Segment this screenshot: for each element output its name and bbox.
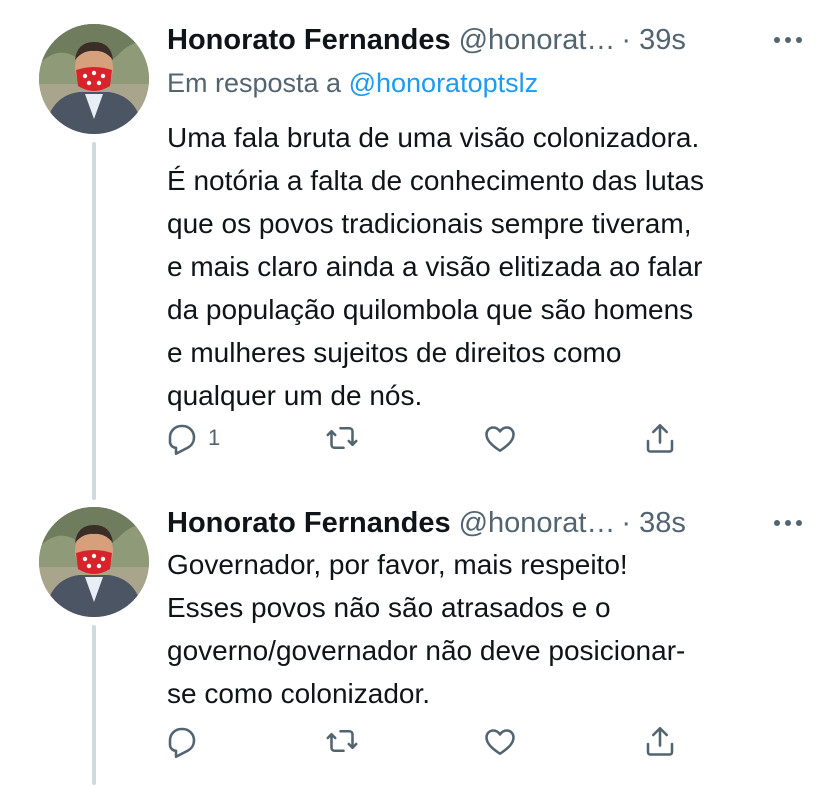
timestamp[interactable]: · 38s (621, 507, 685, 540)
tweet-text-line: Governador, por favor, mais respeito! (167, 549, 628, 580)
reply-button[interactable] (164, 721, 208, 761)
tweet-text-line: e mais claro ainda a visão elitizada ao … (167, 251, 703, 282)
tweet-text-line: qualquer um de nós. (167, 380, 423, 411)
replying-to-label: Em resposta a (167, 68, 342, 98)
share-icon (646, 423, 674, 453)
replying-to: Em resposta a @honoratoptslz (167, 68, 538, 99)
tweet-actions (160, 721, 720, 761)
reply-icon (168, 424, 196, 456)
tweet-text-line: se como colonizador. (167, 678, 431, 709)
tweet-text-line: É notória a falta de conhecimento das lu… (167, 165, 705, 196)
like-button[interactable] (482, 418, 518, 458)
tweet-text-line: Esses povos não são atrasados e o (167, 592, 611, 623)
tweet-text: Governador, por favor, mais respeito! Es… (167, 543, 798, 715)
share-icon (646, 726, 674, 756)
reply-button[interactable]: 1 (164, 418, 220, 458)
tweet-1[interactable]: Honorato Fernandes @honorat… · 39s Em re… (0, 0, 828, 500)
like-button[interactable] (482, 721, 518, 761)
tweet-2[interactable]: Honorato Fernandes @honorat… · 38s Gover… (0, 483, 828, 785)
retweet-icon (326, 729, 358, 753)
avatar[interactable] (39, 507, 149, 617)
tweet-actions: 1 (160, 418, 720, 458)
more-icon[interactable] (764, 505, 812, 541)
tweet-text-line: governo/governador não deve posicionar- (167, 635, 686, 666)
author-handle[interactable]: @honorat… (459, 24, 616, 57)
thread-line (92, 625, 96, 785)
more-icon[interactable] (764, 22, 812, 58)
reply-icon (168, 727, 196, 759)
thread-line (92, 142, 96, 500)
tweet-text: Uma fala bruta de uma visão colonizadora… (167, 116, 798, 417)
tweet-header: Honorato Fernandes @honorat… · 38s (167, 505, 812, 541)
reply-count: 1 (208, 425, 221, 450)
share-button[interactable] (642, 418, 678, 458)
timestamp[interactable]: · 39s (621, 24, 685, 57)
author-name[interactable]: Honorato Fernandes (167, 507, 451, 540)
author-name[interactable]: Honorato Fernandes (167, 24, 451, 57)
tweet-text-line: Uma fala bruta de uma visão colonizadora… (167, 122, 700, 153)
tweet-text-line: da população quilombola que são homens (167, 294, 694, 325)
tweet-header: Honorato Fernandes @honorat… · 39s (167, 22, 812, 58)
author-handle[interactable]: @honorat… (459, 507, 616, 540)
tweet-text-line: que os povos tradicionais sempre tiveram… (167, 208, 692, 239)
share-button[interactable] (642, 721, 678, 761)
heart-icon (485, 729, 515, 756)
heart-icon (485, 426, 515, 453)
retweet-icon (326, 426, 358, 450)
retweet-button[interactable] (324, 418, 360, 458)
avatar[interactable] (39, 24, 149, 134)
retweet-button[interactable] (324, 721, 360, 761)
mention-link[interactable]: @honoratoptslz (349, 68, 539, 98)
tweet-text-line: e mulheres sujeitos de direitos como (167, 337, 622, 368)
